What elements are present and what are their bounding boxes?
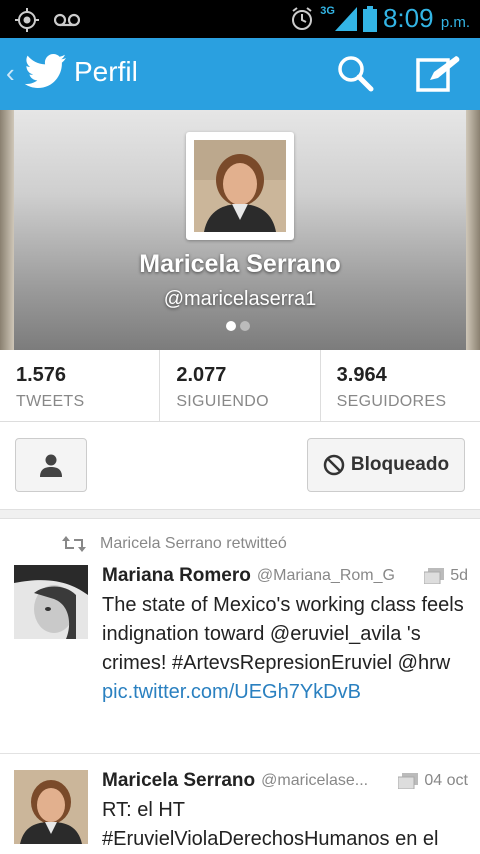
stat-label: SEGUIDORES [336, 393, 447, 410]
page-dot [240, 321, 250, 331]
tweet-item[interactable]: Maricela Serrano @maricelase... 04 oct R… [0, 754, 480, 854]
blocked-button[interactable]: Bloqueado [307, 438, 465, 492]
retweet-context: Maricela Serrano retwitteó [62, 535, 287, 553]
alarm-icon [292, 6, 313, 30]
stat-label: SIGUIENDO [176, 393, 269, 410]
profile-handle: @maricelaserra1 [163, 288, 317, 310]
tweet-author-name[interactable]: Maricela Serrano [102, 770, 255, 792]
action-bar: ‹ Perfil [0, 38, 480, 110]
header-edge-right [466, 110, 480, 350]
tweet-item[interactable]: Maricela Serrano retwitteó Mariana Romer… [0, 519, 480, 752]
tweet-text-content: The state of Mexico's working class feel… [102, 594, 464, 674]
clock: 8:09 p.m. [382, 3, 470, 33]
tweet-text: The state of Mexico's working class feel… [102, 591, 472, 707]
media-icon [424, 568, 445, 584]
stat-value: 2.077 [176, 364, 227, 386]
tweet-author-name[interactable]: Mariana Romero [102, 565, 251, 587]
retweet-icon [62, 536, 86, 552]
voicemail-icon [54, 13, 80, 27]
section-divider [0, 509, 480, 519]
profile-stats: 1.576 TWEETS 2.077 SIGUIENDO 3.964 SEGUI… [0, 350, 480, 422]
tweet-header: Mariana Romero @Mariana_Rom_G 5d [102, 565, 468, 587]
profile-header[interactable]: Maricela Serrano @maricelaserra1 [0, 110, 480, 350]
tweet-time: 5d [424, 567, 468, 585]
retweet-label: Maricela Serrano retwitteó [100, 535, 287, 552]
stat-tweets[interactable]: 1.576 TWEETS [0, 350, 161, 421]
network-type: 3G [320, 4, 335, 17]
profile-name: Maricela Serrano [139, 250, 341, 278]
stat-following[interactable]: 2.077 SIGUIENDO [160, 350, 321, 421]
profile-avatar[interactable] [186, 132, 294, 240]
page-title: Perfil [74, 56, 138, 87]
tweet-text: RT: el HT #EruvielViolaDerechosHumanos e… [102, 799, 439, 850]
block-icon [323, 454, 345, 476]
follow-button[interactable] [15, 438, 87, 492]
tweet-time-text: 04 oct [424, 772, 468, 789]
tweet-time-text: 5d [450, 567, 468, 584]
tweet-author-handle[interactable]: @maricelase... [261, 772, 392, 790]
search-icon[interactable] [336, 54, 374, 92]
tweet-time: 04 oct [398, 772, 468, 790]
signal-icon [334, 6, 357, 31]
back-icon[interactable]: ‹ [6, 58, 15, 89]
compose-icon[interactable] [416, 54, 462, 92]
tweet-avatar[interactable] [14, 770, 88, 844]
location-icon [15, 8, 39, 32]
tweet-header: Maricela Serrano @maricelase... 04 oct [102, 770, 468, 792]
follow-person-icon [40, 454, 62, 477]
header-edge-left [0, 110, 14, 350]
tweet-avatar[interactable] [14, 565, 88, 639]
stat-label: TWEETS [16, 393, 85, 410]
profile-avatar-image [194, 140, 286, 232]
twitter-bird-icon[interactable] [24, 52, 68, 92]
battery-icon [362, 5, 377, 32]
tweet-author-handle[interactable]: @Mariana_Rom_G [257, 567, 418, 585]
profile-actions: Bloqueado [0, 423, 480, 509]
stat-value: 1.576 [16, 364, 67, 386]
page-indicator [226, 321, 250, 331]
stat-followers[interactable]: 3.964 SEGUIDORES [321, 350, 480, 421]
stat-value: 3.964 [336, 364, 387, 386]
status-bar: 3G 8:09 p.m. [0, 0, 480, 38]
media-icon [398, 773, 419, 789]
blocked-label: Bloqueado [350, 454, 450, 475]
tweet-link[interactable]: pic.twitter.com/UEGh7YkDvB [102, 681, 361, 703]
page-dot-active [226, 321, 236, 331]
